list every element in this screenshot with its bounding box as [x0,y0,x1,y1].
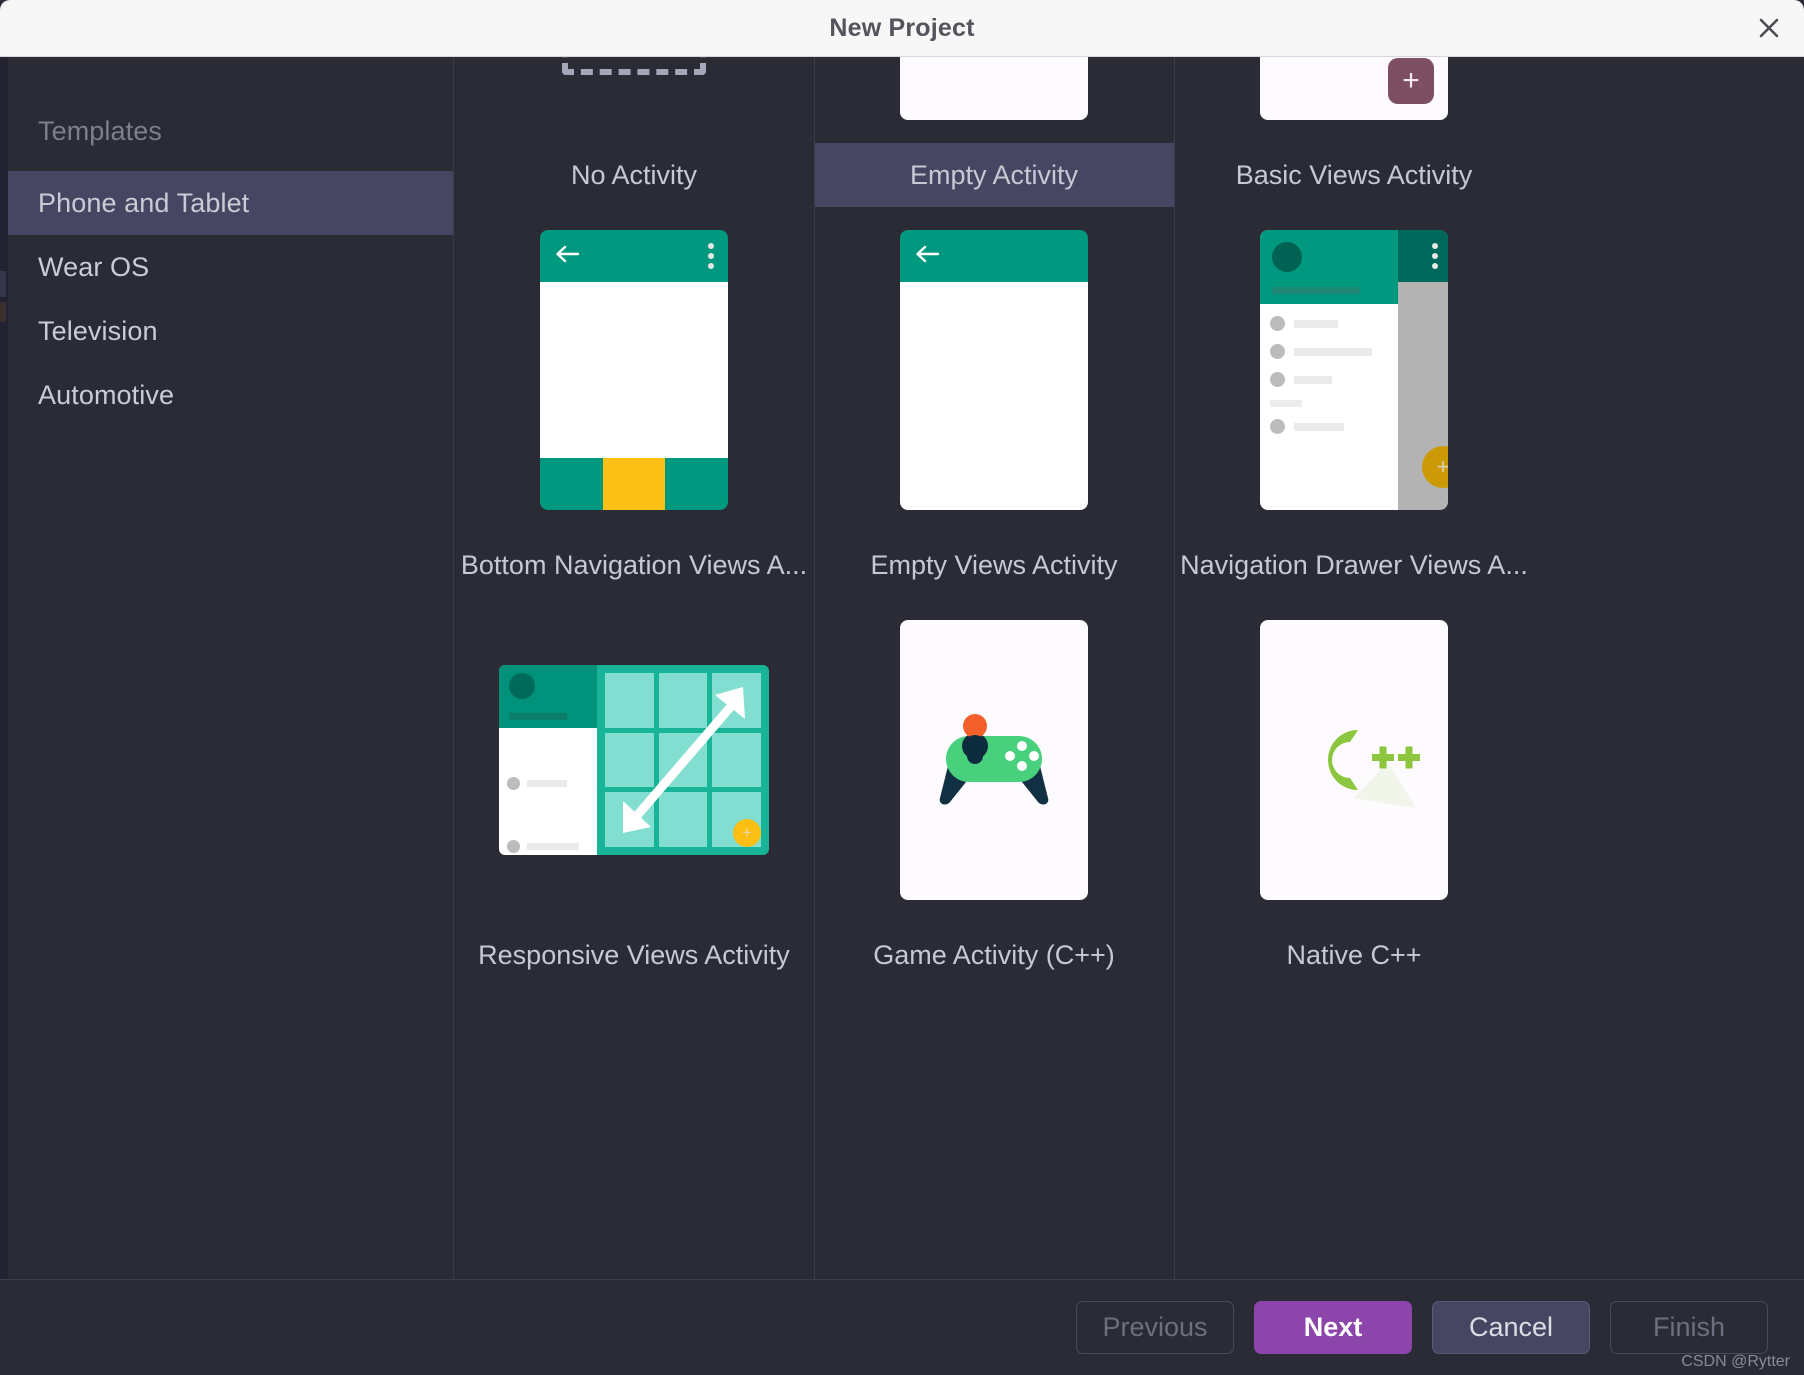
template-label: Responsive Views Activity [478,939,790,970]
close-icon[interactable] [1752,11,1786,45]
template-card-bottom-navigation-views-activity[interactable]: Bottom Navigation Views A... [454,207,814,597]
avatar [1272,242,1302,272]
new-project-dialog: New Project Templates Phone and Tablet W… [0,0,1804,1375]
basic-views-thumbnail: + [1174,57,1534,143]
content-area: + [1398,230,1448,510]
template-card-responsive-views-activity[interactable]: + Responsive Views Activity [454,597,814,987]
responsive-views-thumbnail: + [454,597,814,923]
bottom-navigation-bar [540,458,728,510]
templates-grid[interactable]: No Activity Empty Activity + Basic Views… [454,57,1804,1279]
previous-button[interactable]: Previous [1076,1301,1234,1354]
page-title: New Project [829,13,975,42]
plus-icon: + [1388,58,1434,104]
template-card-empty-activity[interactable]: Empty Activity [814,57,1174,207]
thumbnail-frame [900,57,1088,120]
template-label: Empty Activity [814,143,1174,207]
dashed-rectangle-icon [562,57,706,75]
thumbnail-frame [1260,620,1448,900]
sidebar-item-phone-and-tablet[interactable]: Phone and Tablet [0,171,453,235]
app-bar [540,230,728,282]
navigation-drawer-thumbnail: + [1174,207,1534,533]
overflow-menu-icon [708,243,714,269]
template-label: Game Activity (C++) [873,939,1115,970]
avatar [509,673,535,699]
template-card-no-activity[interactable]: No Activity [454,57,814,207]
background-window-sliver [0,57,8,1279]
templates-sidebar: Templates Phone and Tablet Wear OS Telev… [0,57,454,1279]
game-activity-thumbnail [814,597,1174,923]
template-label: Empty Views Activity [870,549,1118,580]
drawer-panel [1260,230,1398,510]
app-bar [900,230,1088,282]
native-cpp-thumbnail [1174,597,1534,923]
template-label: Native C++ [1286,939,1422,970]
dialog-footer: Previous Next Cancel Finish CSDN @Rytter [0,1279,1804,1375]
grid-content-area: + [597,665,769,855]
overflow-menu-icon [1432,243,1438,269]
drawer-panel [499,665,597,855]
sidebar-item-automotive[interactable]: Automotive [0,363,453,427]
dialog-body: Templates Phone and Tablet Wear OS Telev… [0,57,1804,1279]
template-card-empty-views-activity[interactable]: Empty Views Activity [814,207,1174,597]
content-area [900,282,1088,510]
thumbnail-frame [900,620,1088,900]
back-arrow-icon [554,244,580,269]
cancel-button[interactable]: Cancel [1432,1301,1590,1354]
template-card-native-cpp[interactable]: Native C++ [1174,597,1534,987]
back-arrow-icon [914,244,940,269]
thumbnail-frame: + [499,665,769,855]
plus-icon: + [1422,446,1448,488]
thumbnail-frame: + [1260,57,1448,120]
template-label: Navigation Drawer Views A... [1180,549,1528,580]
next-button[interactable]: Next [1254,1301,1412,1354]
sidebar-item-television[interactable]: Television [0,299,453,363]
bottom-navigation-thumbnail [454,207,814,533]
template-card-game-activity-cpp[interactable]: Game Activity (C++) [814,597,1174,987]
sidebar-item-wear-os[interactable]: Wear OS [0,235,453,299]
cpp-logo-icon [1328,730,1420,808]
sidebar-header: Templates [38,115,162,146]
thumbnail-frame: + [1260,230,1448,510]
template-label: Bottom Navigation Views A... [460,549,808,580]
template-label: No Activity [570,159,698,190]
empty-activity-thumbnail [814,57,1174,143]
content-area [540,282,728,458]
template-label: Basic Views Activity [1235,159,1473,190]
template-card-basic-views-activity[interactable]: + Basic Views Activity [1174,57,1534,207]
template-card-navigation-drawer-views-activity[interactable]: + Navigation Drawer Views A... [1174,207,1534,597]
thumbnail-frame [540,230,728,510]
background-window-accent-2 [0,302,6,322]
finish-button[interactable]: Finish [1610,1301,1768,1354]
empty-views-thumbnail [814,207,1174,533]
watermark: CSDN @Rytter [1681,1353,1790,1370]
no-activity-thumbnail [454,57,814,143]
thumbnail-frame [900,230,1088,510]
plus-icon: + [733,819,761,847]
gamepad-icon [939,714,1049,805]
dialog-titlebar: New Project [0,0,1804,57]
background-window-accent-1 [0,271,6,297]
